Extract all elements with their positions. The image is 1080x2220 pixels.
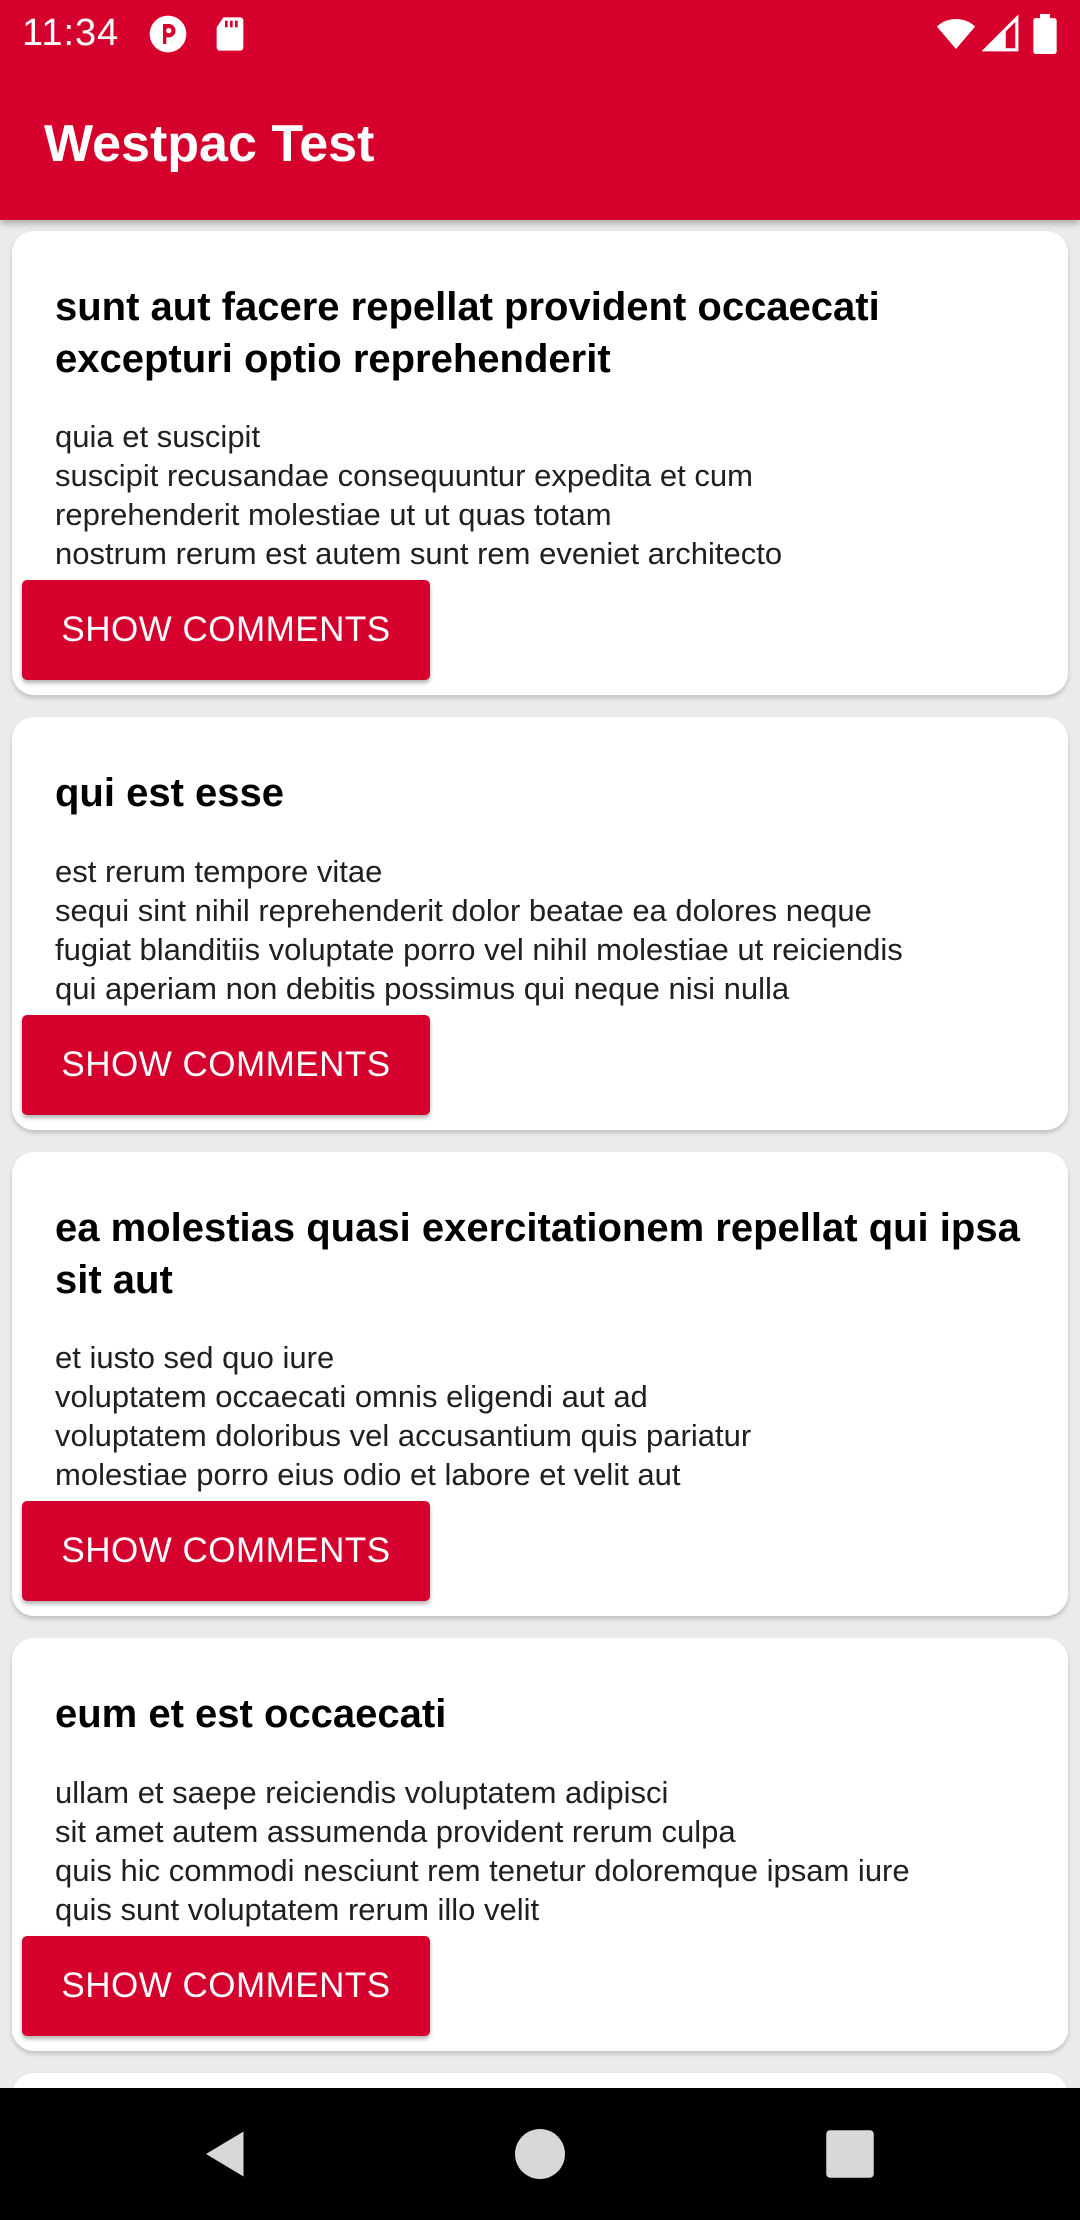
wifi-icon <box>934 14 978 54</box>
post-body: ullam et saepe reiciendis voluptatem adi… <box>55 1775 910 1927</box>
post-list[interactable]: sunt aut facere repellat provident occae… <box>0 220 1080 2088</box>
post-card-partial <box>12 2073 1068 2088</box>
post-title: qui est esse <box>55 771 285 815</box>
post-body: quia et suscipit suscipit recusandae con… <box>55 419 783 571</box>
post-card: ea molestias quasi exercitationem repell… <box>12 1152 1068 1616</box>
show-comments-button[interactable]: SHOW COMMENTS <box>22 1501 430 1601</box>
show-comments-button[interactable]: SHOW COMMENTS <box>22 1015 430 1115</box>
app-bar: Westpac Test <box>0 66 1080 220</box>
sd-card-icon <box>210 14 250 54</box>
assistant-icon <box>148 14 188 54</box>
app-title: Westpac Test <box>44 115 375 173</box>
post-title: ea molestias quasi exercitationem repell… <box>55 1206 1020 1302</box>
battery-icon <box>1030 14 1060 54</box>
recents-icon[interactable] <box>820 2124 880 2184</box>
post-title: eum et est occaecati <box>55 1692 447 1736</box>
show-comments-button[interactable]: SHOW COMMENTS <box>22 580 430 680</box>
status-bar: 11:34 <box>0 0 1080 66</box>
post-card: qui est esse est rerum tempore vitae seq… <box>12 717 1068 1130</box>
screen: 11:34 Westpac Test sunt aut facere repel… <box>0 0 1080 2220</box>
nav-bar <box>0 2088 1080 2220</box>
cell-signal-icon <box>982 14 1020 54</box>
post-body: est rerum tempore vitae sequi sint nihil… <box>55 854 903 1006</box>
back-icon[interactable] <box>196 2124 256 2184</box>
post-card: sunt aut facere repellat provident occae… <box>12 231 1068 695</box>
post-body: et iusto sed quo iure voluptatem occaeca… <box>55 1340 752 1492</box>
home-icon[interactable] <box>510 2124 570 2184</box>
post-card: eum et est occaecati ullam et saepe reic… <box>12 1638 1068 2051</box>
show-comments-button[interactable]: SHOW COMMENTS <box>22 1936 430 2036</box>
status-time: 11:34 <box>22 12 120 54</box>
post-title: sunt aut facere repellat provident occae… <box>55 285 880 381</box>
